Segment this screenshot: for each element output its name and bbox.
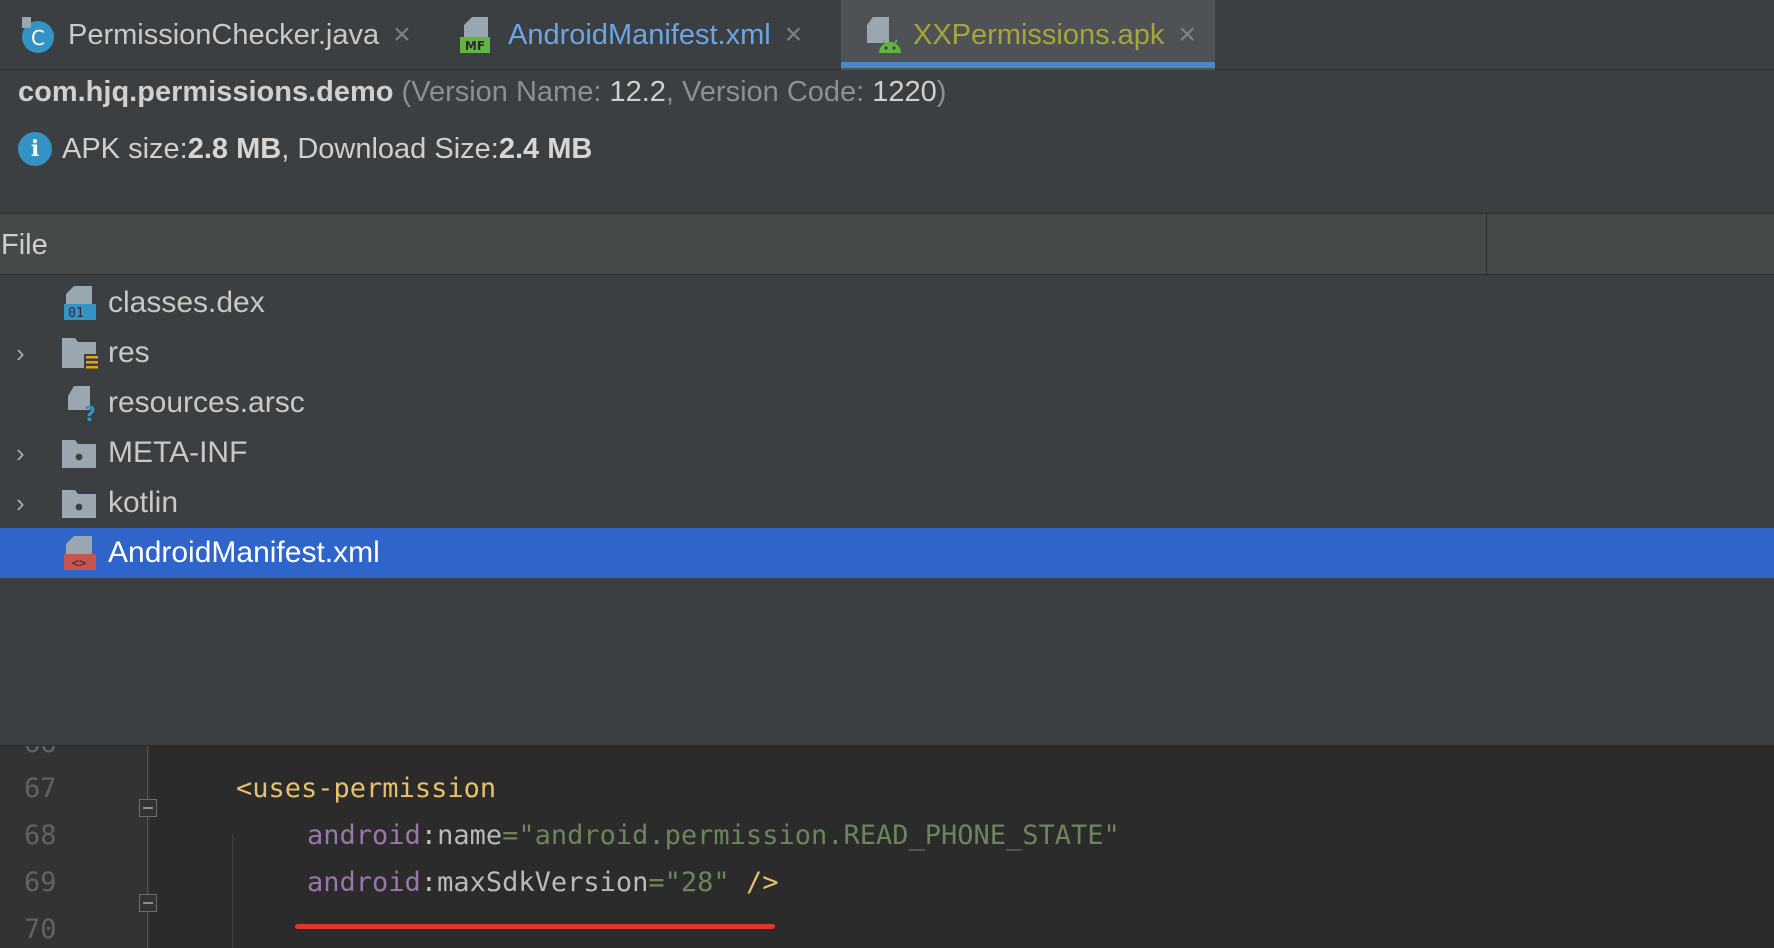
column-header-file[interactable]: File	[1, 229, 48, 262]
attr-name: name	[437, 820, 503, 851]
line-number: 67	[24, 773, 57, 804]
attr-namespace: android	[307, 867, 421, 898]
close-icon[interactable]: ×	[785, 20, 803, 50]
tree-item-label: META-INF	[108, 436, 248, 469]
download-size: 2.4 MB	[498, 132, 593, 165]
close-paren: )	[936, 76, 947, 108]
chevron-right-icon[interactable]: ›	[16, 439, 38, 467]
package-name: com.hjq.permissions.demo	[18, 76, 394, 108]
tree-row-android-manifest[interactable]: <> AndroidManifest.xml	[0, 528, 1774, 578]
folder-icon	[62, 436, 100, 472]
line-number-gutter	[0, 746, 150, 948]
code-line-68: android:name="android.permission.READ_PH…	[307, 820, 1120, 851]
tree-item-label: kotlin	[108, 486, 179, 519]
line-number: 68	[24, 820, 57, 851]
tree-row-res[interactable]: › res	[0, 328, 1774, 378]
svg-text:?: ?	[84, 402, 96, 422]
download-size-label: , Download Size:	[281, 132, 499, 165]
tab-label: AndroidManifest.xml	[508, 18, 771, 51]
version-name-label: Version Name:	[411, 76, 610, 108]
apk-file-tree: 01 classes.dex › res ? resources.arsc › …	[0, 278, 1774, 578]
tree-row-kotlin[interactable]: › kotlin	[0, 478, 1774, 528]
tree-row-resources-arsc[interactable]: ? resources.arsc	[0, 378, 1774, 428]
fold-collapse-icon[interactable]	[139, 894, 157, 912]
column-divider[interactable]	[1486, 214, 1487, 276]
code-line-67: <uses-permission	[236, 773, 496, 804]
dex-file-icon: 01	[62, 286, 100, 322]
line-number: 69	[24, 867, 57, 898]
chevron-right-icon[interactable]: ›	[16, 489, 38, 517]
open-paren: (	[393, 76, 412, 108]
attr-name: maxSdkVersion	[437, 867, 649, 898]
tree-item-label: AndroidManifest.xml	[108, 536, 380, 569]
attr-equals: =	[648, 867, 665, 898]
close-icon[interactable]: ×	[393, 20, 411, 50]
apk-package-info: com.hjq.permissions.demo (Version Name: …	[18, 76, 946, 109]
attr-colon: :	[420, 820, 438, 851]
apk-size-info: i APK size: 2.8 MB, Download Size: 2.4 M…	[18, 132, 592, 166]
chevron-right-icon[interactable]: ›	[16, 339, 38, 367]
file-table-header: File	[0, 213, 1774, 276]
java-class-icon: C	[18, 15, 58, 55]
version-code: 1220	[872, 76, 937, 108]
folder-icon	[62, 486, 100, 522]
line-number: 66	[24, 746, 64, 759]
apk-size-label: APK size:	[62, 132, 188, 165]
tab-permission-checker[interactable]: C PermissionChecker.java ×	[18, 0, 438, 70]
code-editor[interactable]: 66 67 68 69 70 <uses-permission android:…	[0, 746, 1774, 948]
manifest-icon: MF	[458, 15, 498, 55]
tab-xxpermissions-apk[interactable]: XXPermissions.apk ×	[841, 0, 1215, 70]
tag-name: uses-permission	[252, 773, 497, 804]
tree-item-label: res	[108, 336, 150, 369]
attr-colon: :	[420, 867, 438, 898]
apk-size: 2.8 MB	[187, 132, 282, 165]
info-icon: i	[18, 132, 52, 166]
line-number: 70	[24, 914, 57, 945]
xml-file-icon: <>	[62, 536, 100, 572]
tab-label: XXPermissions.apk	[913, 18, 1165, 51]
editor-tab-bar: C PermissionChecker.java × MF AndroidMan…	[0, 0, 1774, 70]
tab-android-manifest[interactable]: MF AndroidManifest.xml ×	[458, 0, 838, 70]
svg-text:C: C	[31, 26, 45, 50]
resource-folder-icon	[62, 336, 100, 372]
apk-android-icon	[863, 15, 903, 55]
gutter-divider	[147, 746, 148, 948]
svg-text:<>: <>	[72, 556, 86, 570]
annotation-underline	[295, 924, 775, 929]
fold-collapse-icon[interactable]	[139, 799, 157, 817]
version-code-label: Version Code:	[682, 76, 873, 108]
tree-row-classes-dex[interactable]: 01 classes.dex	[0, 278, 1774, 328]
active-tab-indicator	[841, 62, 1215, 68]
indent-guide	[232, 834, 233, 948]
attr-namespace: android	[307, 820, 421, 851]
attr-value: "28"	[664, 867, 730, 898]
code-line-69: android:maxSdkVersion="28" />	[307, 867, 778, 898]
svg-text:MF: MF	[465, 39, 485, 53]
separator: ,	[665, 76, 683, 108]
unknown-file-icon: ?	[62, 386, 100, 426]
attr-value: "android.permission.READ_PHONE_STATE"	[518, 820, 1120, 851]
attr-equals: =	[502, 820, 519, 851]
close-icon[interactable]: ×	[1178, 20, 1196, 50]
tree-item-label: classes.dex	[108, 286, 265, 319]
tree-item-label: resources.arsc	[108, 386, 305, 419]
tag-self-close: />	[729, 867, 779, 898]
tag-open-bracket: <	[236, 773, 253, 804]
version-name: 12.2	[609, 76, 666, 108]
svg-text:01: 01	[68, 306, 84, 321]
tree-row-meta-inf[interactable]: › META-INF	[0, 428, 1774, 478]
tab-label: PermissionChecker.java	[68, 18, 380, 51]
